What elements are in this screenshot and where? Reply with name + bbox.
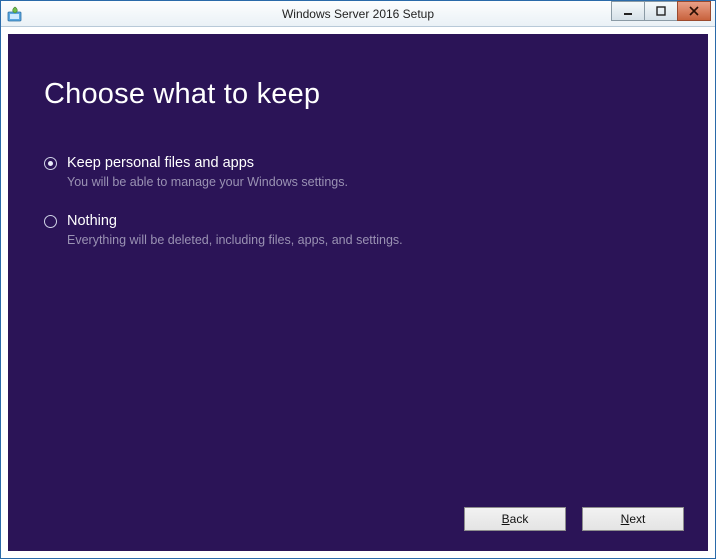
minimize-button[interactable] [611,1,645,21]
option-keep-files[interactable]: Keep personal files and apps You will be… [44,155,672,189]
back-button[interactable]: Back [464,507,566,531]
close-button[interactable] [677,1,711,21]
back-accel: B [502,512,510,526]
next-button[interactable]: Next [582,507,684,531]
setup-window: Windows Server 2016 Setup Choose what to… [0,0,716,559]
back-rest: ack [510,512,529,526]
window-title: Windows Server 2016 Setup [1,1,715,27]
maximize-button[interactable] [644,1,678,21]
option-description: You will be able to manage your Windows … [67,175,672,189]
option-description: Everything will be deleted, including fi… [67,233,672,247]
page-heading: Choose what to keep [44,78,672,111]
option-nothing[interactable]: Nothing Everything will be deleted, incl… [44,213,672,247]
option-label: Keep personal files and apps [67,155,254,171]
titlebar: Windows Server 2016 Setup [1,1,715,27]
footer-buttons: Back Next [464,507,684,531]
radio-icon [44,215,57,228]
content-frame: Choose what to keep Keep personal files … [1,27,715,558]
content-panel: Choose what to keep Keep personal files … [8,34,708,551]
radio-icon [44,157,57,170]
next-rest: ext [629,512,645,526]
option-label: Nothing [67,213,117,229]
app-icon [7,6,23,22]
window-controls [611,1,715,26]
